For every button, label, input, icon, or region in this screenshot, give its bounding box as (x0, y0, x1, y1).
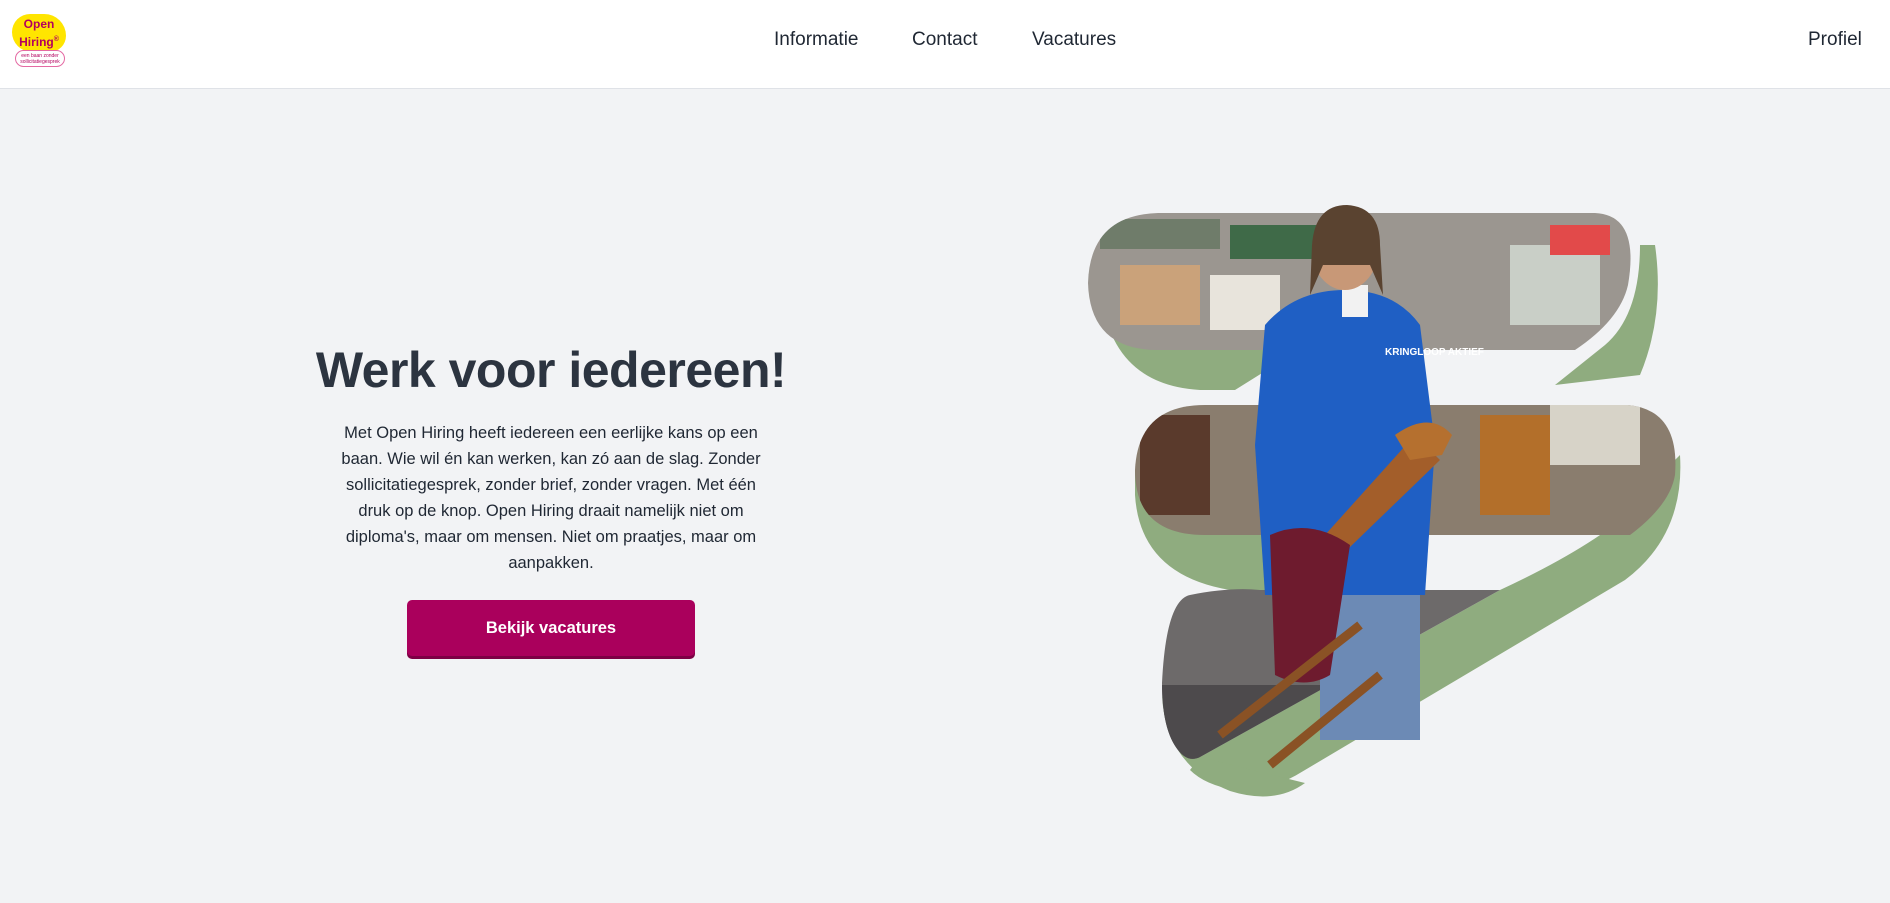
nav-link-profiel[interactable]: Profiel (1808, 0, 1862, 89)
logo-word-open: Open (23, 17, 55, 31)
top-navigation-bar: Open Hiring® een baan zonder sollicitati… (0, 0, 1890, 89)
hero-text-block: Werk voor iedereen! Met Open Hiring heef… (300, 338, 802, 576)
jacket-print-text: KRINGLOOP AKTIEF (1385, 347, 1484, 358)
nav-link-vacatures[interactable]: Vacatures (1032, 0, 1116, 89)
nav-link-contact[interactable]: Contact (912, 0, 977, 89)
logo-tagline: een baan zonder sollicitatiegesprek (15, 50, 65, 67)
hero-photo-illustration: KRINGLOOP AKTIEF (1088, 205, 1681, 797)
logo-word-hiring: Hiring (19, 35, 54, 49)
open-hiring-logo[interactable]: Open Hiring® een baan zonder sollicitati… (12, 14, 68, 70)
logo-registered-mark: ® (53, 36, 59, 43)
view-vacancies-button[interactable]: Bekijk vacatures (407, 600, 695, 656)
hero-description: Met Open Hiring heeft iedereen een eerli… (341, 424, 761, 572)
logo-badge: Open Hiring® (12, 14, 66, 52)
nav-link-informatie[interactable]: Informatie (774, 0, 858, 89)
hero-title: Werk voor iedereen! (315, 342, 787, 398)
